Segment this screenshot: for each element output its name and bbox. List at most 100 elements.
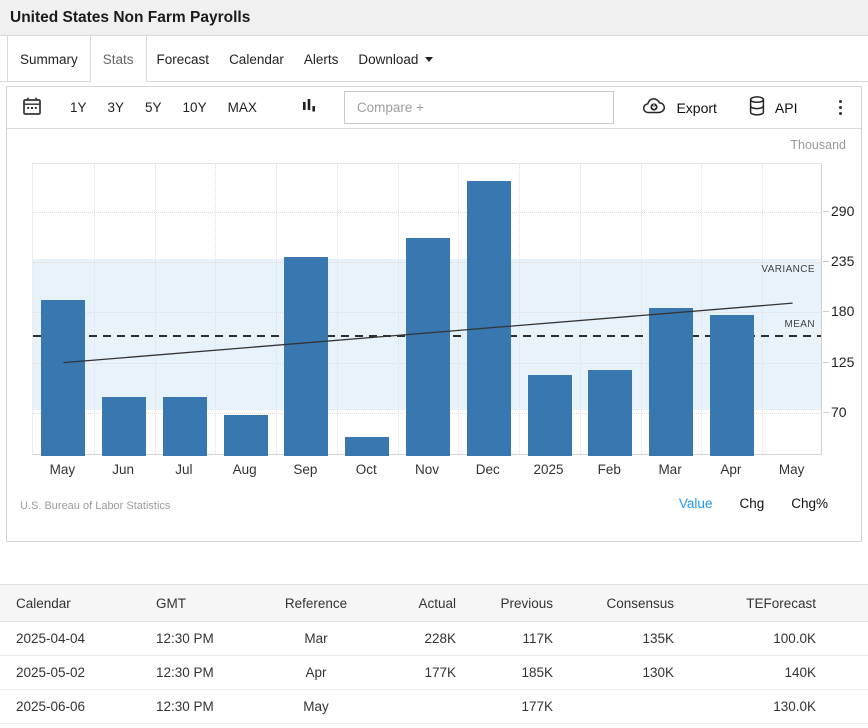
x-axis-label: Mar <box>640 462 701 477</box>
table-row: 2025-04-0412:30 PMMar228K117K135K100.0K <box>0 622 868 656</box>
range-5y[interactable]: 5Y <box>145 100 162 115</box>
x-axis-label: May <box>32 462 93 477</box>
y-axis-tick <box>823 362 829 363</box>
more-options-button[interactable] <box>836 97 846 119</box>
date-range-calendar-button[interactable] <box>21 95 43 120</box>
y-axis-label: 70 <box>831 404 847 420</box>
compare-input[interactable] <box>344 91 614 124</box>
column-header-gmt: GMT <box>156 585 276 622</box>
calendar-table: CalendarGMTReferenceActualPreviousConsen… <box>0 584 868 724</box>
cell-actual <box>356 690 456 724</box>
x-axis-label: 2025 <box>518 462 579 477</box>
y-axis-label: 180 <box>831 303 854 319</box>
chart-toolbar: 1Y 3Y 5Y 10Y MAX Export <box>7 87 861 129</box>
x-axis-label: May <box>761 462 822 477</box>
column-header-actual: Actual <box>356 585 456 622</box>
tab-label: Forecast <box>157 52 210 67</box>
x-axis-label: Dec <box>457 462 518 477</box>
tab-stats[interactable]: Stats <box>91 36 147 82</box>
column-header-calendar: Calendar <box>0 585 156 622</box>
x-axis-label: Nov <box>397 462 458 477</box>
api-label: API <box>775 100 798 116</box>
y-axis-tick <box>823 311 829 312</box>
kebab-dot <box>839 112 843 116</box>
y-axis-tick <box>823 261 829 262</box>
kebab-dot <box>839 106 843 110</box>
x-axis-label: Jun <box>93 462 154 477</box>
table-row: 2025-06-0612:30 PMMay 177K 130.0K <box>0 690 868 724</box>
mode-chgpct[interactable]: Chg% <box>791 496 828 511</box>
cell-gmt: 12:30 PM <box>156 690 276 724</box>
y-axis-tick <box>823 211 829 212</box>
tab-summary[interactable]: Summary <box>7 36 91 82</box>
column-header-reference: Reference <box>276 585 356 622</box>
tab-forecast[interactable]: Forecast <box>147 36 220 82</box>
cell-consensus: 130K <box>553 656 674 690</box>
cell-gmt: 12:30 PM <box>156 656 276 690</box>
tab-alerts[interactable]: Alerts <box>294 36 349 82</box>
mean-label: MEAN <box>785 319 816 330</box>
export-button[interactable]: Export <box>641 96 716 119</box>
tab-download[interactable]: Download <box>348 36 443 82</box>
range-1y[interactable]: 1Y <box>70 100 87 115</box>
cell-consensus <box>553 690 674 724</box>
toolbar-right-group: Export API <box>641 95 861 120</box>
table-row: 2025-05-0212:30 PMApr177K185K130K140K <box>0 656 868 690</box>
y-axis-label: 235 <box>831 253 854 269</box>
cell-reference: Apr <box>276 656 356 690</box>
cell-consensus: 135K <box>553 622 674 656</box>
window-title-bar: United States Non Farm Payrolls <box>0 0 868 36</box>
tab-label: Stats <box>103 52 134 67</box>
axis-unit-label: Thousand <box>790 138 846 152</box>
chart-panel: 1Y 3Y 5Y 10Y MAX Export <box>6 86 862 542</box>
trend-line <box>33 164 823 456</box>
cell-actual: 228K <box>356 622 456 656</box>
x-axis-label: Apr <box>700 462 761 477</box>
cell-teforecast: 100.0K <box>674 622 868 656</box>
histogram-icon <box>301 97 317 118</box>
source-attribution: U.S. Bureau of Labor Statistics <box>20 500 170 512</box>
chart-type-button[interactable] <box>301 97 317 118</box>
cell-calendar: 2025-04-04 <box>0 622 156 656</box>
cell-calendar: 2025-05-02 <box>0 656 156 690</box>
column-header-consensus: Consensus <box>553 585 674 622</box>
plot-area: VARIANCE MEAN <box>32 163 822 455</box>
caret-down-icon <box>425 57 433 66</box>
variance-label: VARIANCE <box>761 264 815 275</box>
mode-value[interactable]: Value <box>679 496 713 511</box>
column-header-previous: Previous <box>456 585 553 622</box>
x-axis-label: Sep <box>275 462 336 477</box>
cell-reference: May <box>276 690 356 724</box>
cell-teforecast: 140K <box>674 656 868 690</box>
cell-reference: Mar <box>276 622 356 656</box>
x-axis-label: Feb <box>579 462 640 477</box>
calendar-icon <box>21 95 43 120</box>
tab-calendar[interactable]: Calendar <box>219 36 294 82</box>
cell-actual: 177K <box>356 656 456 690</box>
chart-area: Thousand VARIANCE MEAN U.S. Bureau of Lab… <box>7 129 861 541</box>
api-button[interactable]: API <box>747 95 798 120</box>
table-header-row: CalendarGMTReferenceActualPreviousConsen… <box>0 585 868 622</box>
cell-calendar: 2025-06-06 <box>0 690 156 724</box>
mode-chg[interactable]: Chg <box>739 496 764 511</box>
table-body: 2025-04-0412:30 PMMar228K117K135K100.0K2… <box>0 622 868 724</box>
range-10y[interactable]: 10Y <box>183 100 207 115</box>
tab-label: Alerts <box>304 52 339 67</box>
x-axis-label: Aug <box>214 462 275 477</box>
column-header-teforecast: TEForecast <box>674 585 868 622</box>
y-axis-label: 125 <box>831 354 854 370</box>
tab-bar: Summary Stats Forecast Calendar Alerts Downlo… <box>0 36 868 82</box>
y-axis-tick <box>823 412 829 413</box>
cell-teforecast: 130.0K <box>674 690 868 724</box>
tab-label: Summary <box>20 52 78 67</box>
tab-label: Download <box>358 52 418 67</box>
database-icon <box>747 95 767 120</box>
display-mode-switcher: Value Chg Chg% <box>679 496 828 511</box>
cell-previous: 177K <box>456 690 553 724</box>
cloud-download-icon <box>641 96 668 119</box>
kebab-dot <box>839 100 843 104</box>
range-3y[interactable]: 3Y <box>108 100 125 115</box>
range-max[interactable]: MAX <box>228 100 257 115</box>
x-axis-label: Jul <box>154 462 215 477</box>
cell-previous: 117K <box>456 622 553 656</box>
